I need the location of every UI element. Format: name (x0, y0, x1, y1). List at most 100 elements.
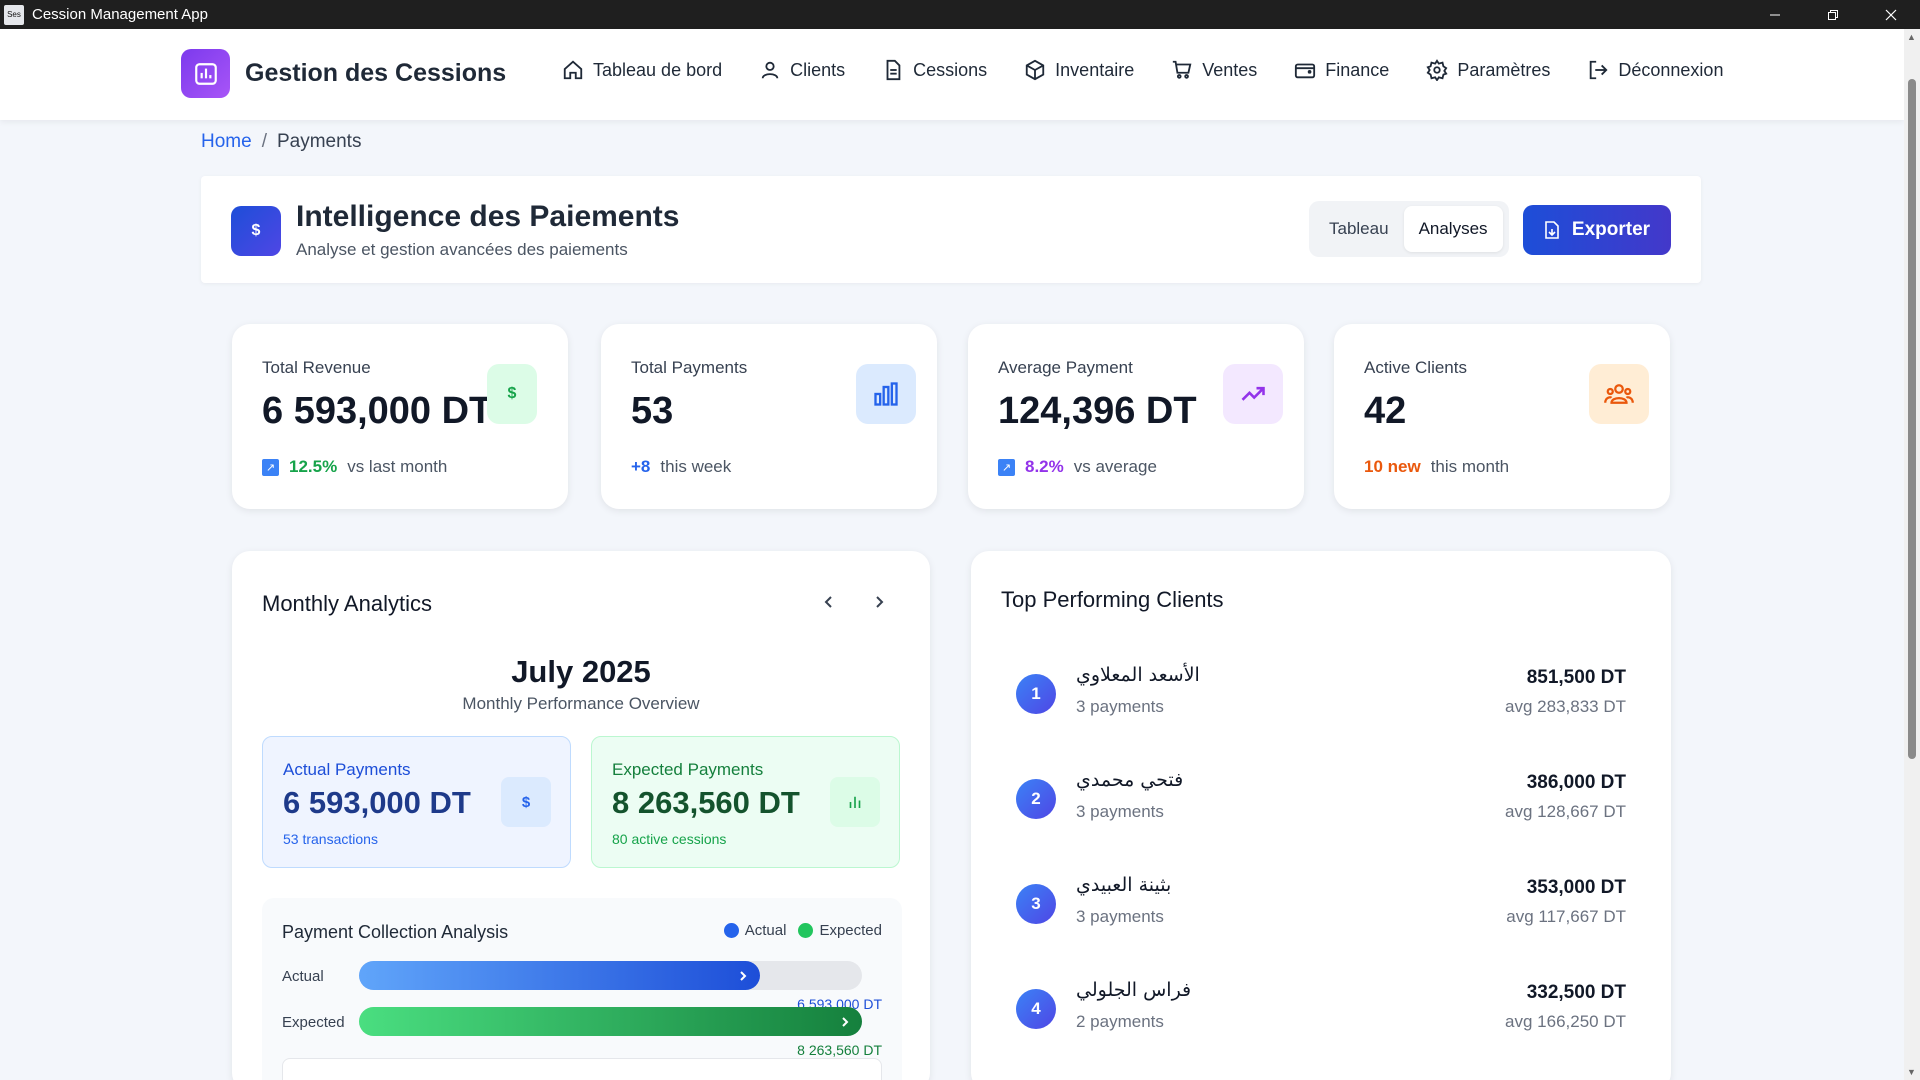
current-month: July 2025 (511, 654, 651, 689)
top-clients-panel: Top Performing Clients 1 الأسعد المعلاوي… (971, 551, 1671, 1080)
stat-label: Total Payments (631, 358, 748, 377)
wallet-icon (1295, 63, 1316, 79)
window-title: Cession Management App (32, 6, 208, 23)
breadcrumb: Home / Payments (201, 131, 361, 153)
nav-item-dashboard[interactable]: Tableau de bord (562, 59, 722, 81)
restore-icon (1828, 9, 1838, 20)
stat-label: Total Revenue (262, 358, 371, 377)
client-row[interactable]: 2 فتحي محمدي 3 payments 386,000 DT avg 1… (1016, 769, 1626, 829)
chevron-right-icon (740, 970, 747, 981)
page-title: Intelligence des Paiements (296, 200, 680, 233)
panel-title: Top Performing Clients (1001, 587, 1224, 612)
nav-item-finance[interactable]: Finance (1294, 59, 1389, 81)
bar-fill-actual (359, 961, 761, 990)
bar-chart-icon (830, 777, 880, 827)
nav-item-cessions[interactable]: Cessions (882, 59, 987, 81)
breadcrumb-separator: / (261, 131, 267, 152)
scroll-down-icon[interactable]: ▼ (1907, 1067, 1916, 1077)
stat-label: Active Clients (1364, 358, 1467, 377)
stat-trend-value: +8 (631, 457, 651, 476)
monthly-analytics-panel: Monthly Analytics July 2025 Monthly Perf… (232, 551, 930, 1080)
legend-item-actual: Actual (723, 922, 786, 939)
stat-trend: ↗ 8.2% vs average (998, 457, 1157, 477)
stat-trend: ↗ 12.5% vs last month (262, 457, 447, 477)
nav-item-inventaire[interactable]: Inventaire (1024, 59, 1134, 81)
nav-label: Déconnexion (1618, 59, 1724, 80)
close-button[interactable] (1862, 0, 1920, 29)
client-payment-count: 3 payments (1076, 802, 1164, 821)
client-row[interactable]: 4 فراس الجلولي 2 payments 332,500 DT avg… (1016, 979, 1626, 1039)
nav-item-parametres[interactable]: Paramètres (1426, 59, 1550, 81)
nav-item-clients[interactable]: Clients (759, 59, 845, 81)
app-icon: Ses (4, 4, 24, 25)
nav-label: Cessions (913, 59, 988, 80)
stat-trend-text: this week (660, 457, 732, 476)
nav-item-deconnexion[interactable]: Déconnexion (1587, 59, 1723, 81)
view-toggle: Tableau Analyses (1309, 201, 1509, 257)
client-row[interactable]: 3 بثينة العبيدي 3 payments 353,000 DT av… (1016, 874, 1626, 934)
page-subtitle: Analyse et gestion avancées des paiement… (296, 240, 628, 259)
minimize-button[interactable] (1746, 0, 1804, 29)
client-average: avg 283,833 DT (1505, 697, 1626, 716)
client-row[interactable]: 1 الأسعد المعلاوي 3 payments 851,500 DT … (1016, 664, 1626, 724)
nav-label: Ventes (1202, 59, 1258, 80)
chevron-right-icon (842, 1016, 849, 1027)
client-amount: 386,000 DT (1526, 772, 1626, 793)
nav-item-ventes[interactable]: Ventes (1171, 59, 1257, 81)
chevron-left-icon (824, 596, 832, 608)
file-export-icon (1545, 221, 1559, 239)
client-average: avg 166,250 DT (1505, 1012, 1626, 1031)
stat-trend-text: this month (1430, 457, 1510, 476)
team-icon (1589, 364, 1649, 424)
box-label: Actual Payments (283, 760, 411, 779)
brand-name: Gestion des Cessions (245, 59, 507, 87)
next-month-button[interactable] (864, 587, 894, 617)
nav-label: Tableau de bord (593, 59, 723, 80)
previous-month-button[interactable] (814, 587, 844, 617)
trend-up-icon: ↗ (998, 458, 1015, 476)
bar-fill-expected (359, 1007, 862, 1036)
client-name: فراس الجلولي (1076, 979, 1192, 1001)
client-amount: 353,000 DT (1526, 877, 1626, 898)
dollar-icon: $ (487, 364, 537, 424)
document-icon (886, 59, 901, 81)
client-average: avg 128,667 DT (1505, 802, 1626, 821)
scroll-up-icon[interactable]: ▲ (1907, 32, 1916, 42)
breadcrumb-home-link[interactable]: Home (201, 131, 252, 153)
minimize-icon (1770, 14, 1780, 15)
bar-value-expected: 8 263,560 DT (797, 1042, 882, 1058)
client-average: avg 117,667 DT (1506, 907, 1626, 926)
rank-badge: 3 (1016, 884, 1056, 924)
client-payment-count: 3 payments (1076, 907, 1164, 926)
collection-legend: Actual Expected (712, 922, 882, 939)
stat-card-total-payments: Total Payments 53 +8 this week (601, 324, 937, 509)
panel-title: Monthly Analytics (262, 591, 432, 616)
stat-value: 6 593,000 DT (262, 390, 493, 432)
brand[interactable]: Gestion des Cessions (181, 49, 506, 98)
nav-label: Inventaire (1055, 59, 1135, 80)
tab-tableau[interactable]: Tableau (1314, 206, 1404, 252)
gear-icon (1426, 59, 1448, 81)
stat-label: Average Payment (998, 358, 1133, 377)
stat-value: 53 (631, 390, 674, 432)
client-payment-count: 3 payments (1076, 697, 1164, 716)
scrollbar-thumb[interactable] (1908, 79, 1916, 759)
tab-analyses[interactable]: Analyses (1403, 206, 1503, 252)
main-nav: Tableau de bord Clients Cessions Inventa… (562, 59, 1760, 81)
restore-button[interactable] (1804, 0, 1862, 29)
close-icon (1885, 9, 1897, 20)
rank-badge: 2 (1016, 779, 1056, 819)
stat-trend-value: 8.2% (1025, 457, 1064, 476)
app-header: Gestion des Cessions Tableau de bord Cli… (0, 29, 1904, 120)
export-button[interactable]: Exporter (1523, 205, 1671, 255)
box-label: Expected Payments (612, 760, 764, 779)
home-icon (563, 60, 583, 80)
stat-card-active-clients: Active Clients 42 10 new this month (1334, 324, 1670, 509)
page-scrollbar[interactable]: ▲ ▼ (1904, 29, 1920, 1080)
box-sub: 53 transactions (283, 831, 378, 847)
rank-badge: 1 (1016, 674, 1056, 714)
bar-chart-icon (856, 364, 916, 424)
bar-label-actual: Actual (282, 968, 324, 985)
box-value: 6 593,000 DT (283, 785, 471, 820)
page-header-card: $ Intelligence des Paiements Analyse et … (201, 176, 1701, 283)
